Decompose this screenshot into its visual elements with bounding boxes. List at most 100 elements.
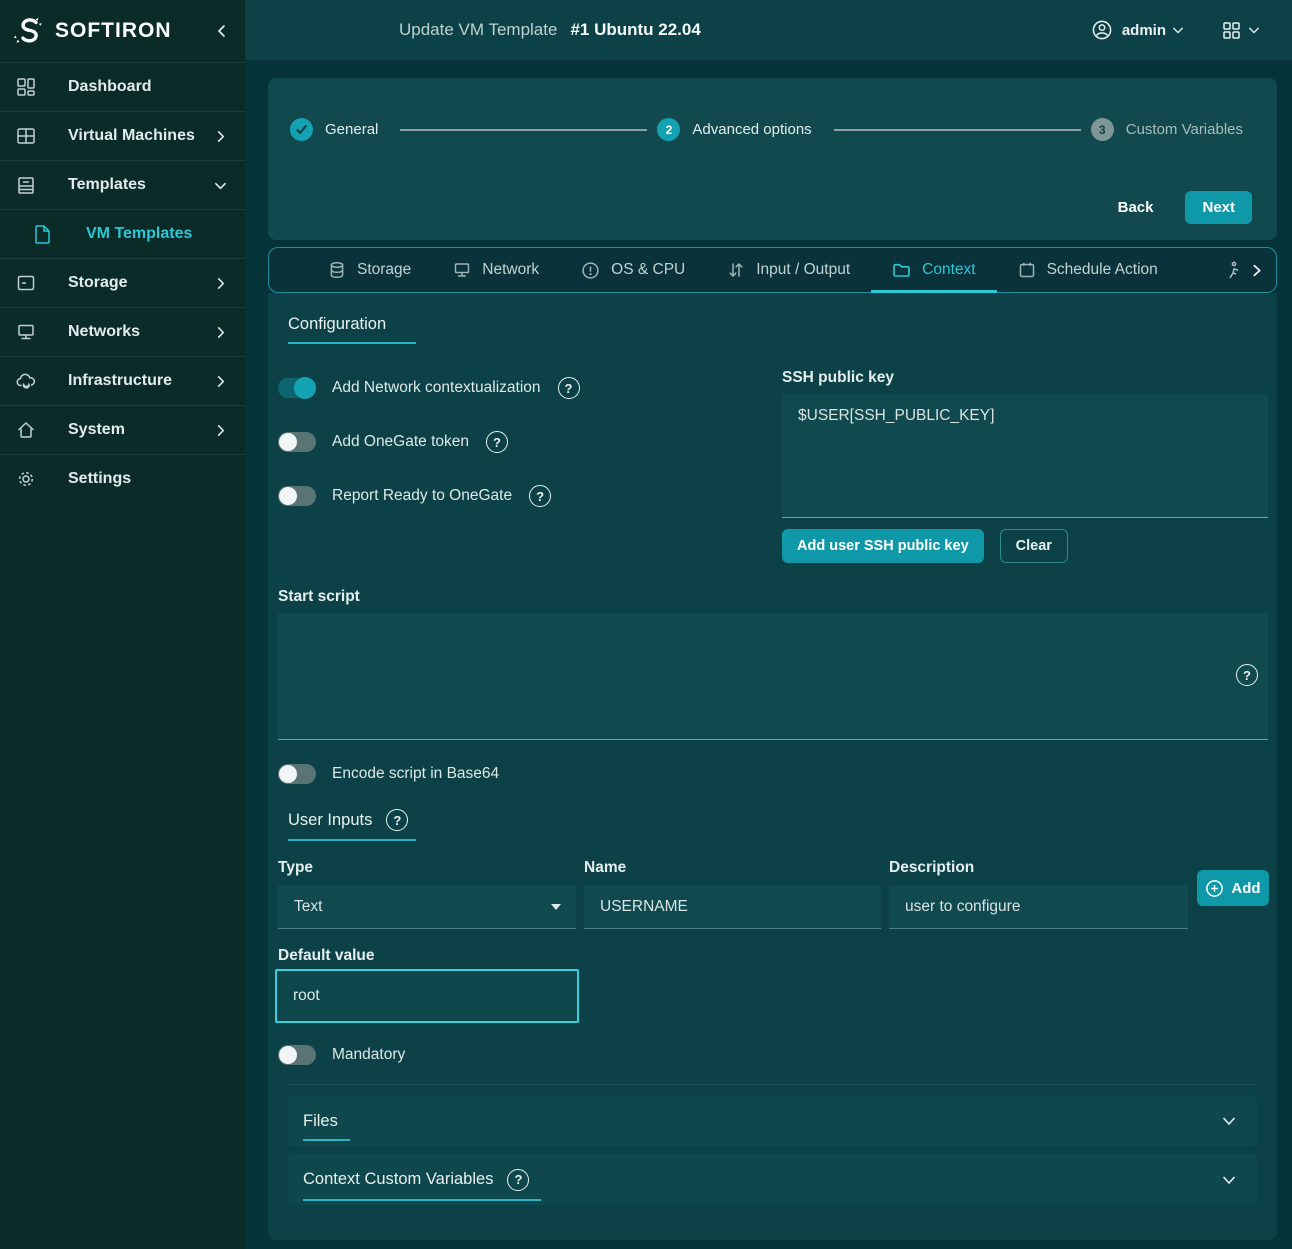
ssh-buttons: Add user SSH public key Clear xyxy=(782,529,1068,563)
start-script-textarea[interactable] xyxy=(278,613,1268,740)
calendar-icon xyxy=(1018,261,1036,279)
toggle-row-onegate-token: Add OneGate token ? xyxy=(278,431,509,453)
tab-label: Storage xyxy=(357,261,412,278)
description-input[interactable] xyxy=(889,885,1188,929)
context-custom-variables-accordion[interactable]: Context Custom Variables ? xyxy=(288,1154,1257,1205)
files-accordion[interactable]: Files xyxy=(288,1096,1257,1146)
arrows-up-down-icon xyxy=(727,261,745,279)
step-label-general: General xyxy=(325,121,379,138)
infrastructure-icon xyxy=(16,371,36,391)
configuration-section-title: Configuration xyxy=(288,315,417,344)
chevron-down-icon xyxy=(1172,24,1184,36)
tab-input-output[interactable]: Input / Output xyxy=(706,248,871,292)
plus-circle-icon xyxy=(1205,879,1224,898)
accordion-title-text: Context Custom Variables xyxy=(303,1170,494,1188)
header-right: admin xyxy=(1091,19,1292,41)
help-icon[interactable]: ? xyxy=(386,809,409,831)
stepper: General 2 Advanced options 3 Custom Vari… xyxy=(268,118,1277,141)
network-contextualization-toggle[interactable] xyxy=(278,377,316,399)
sidebar: SOFTIRON Dashboard Virtual Machines Temp… xyxy=(0,0,245,1249)
user-name: admin xyxy=(1121,21,1166,39)
chevron-right-icon xyxy=(214,375,227,388)
templates-icon xyxy=(16,175,36,195)
tab-label: OS & CPU xyxy=(611,261,686,278)
sidebar-item-storage[interactable]: Storage xyxy=(0,258,245,307)
ssh-key-area-wrap: $USER[SSH_PUBLIC_KEY] xyxy=(782,394,1268,518)
sidebar-item-system[interactable]: System xyxy=(0,405,245,454)
sidebar-item-label: System xyxy=(68,421,125,438)
networks-icon xyxy=(16,322,36,342)
system-home-icon xyxy=(16,420,36,440)
sidebar-item-vm-templates[interactable]: VM Templates xyxy=(0,209,245,258)
storage-icon xyxy=(16,273,36,293)
chevron-down-icon[interactable] xyxy=(1221,1113,1237,1129)
toggle-label: Report Ready to OneGate xyxy=(332,487,513,504)
start-script-area-wrap xyxy=(278,613,1268,740)
chevron-down-icon xyxy=(214,179,227,192)
accordion-title-text: Files xyxy=(303,1111,338,1130)
sidebar-item-dashboard[interactable]: Dashboard xyxy=(0,62,245,111)
context-tab-panel: Configuration Add Network contextualizat… xyxy=(268,293,1277,1240)
tab-storage[interactable]: Storage xyxy=(307,248,432,292)
onegate-token-toggle[interactable] xyxy=(278,432,316,452)
add-user-input-button[interactable]: Add xyxy=(1197,870,1269,906)
help-icon[interactable]: ? xyxy=(486,431,509,453)
step-done-check-icon xyxy=(290,118,313,141)
sidebar-item-virtual-machines[interactable]: Virtual Machines xyxy=(0,111,245,160)
tab-network[interactable]: Network xyxy=(432,248,560,292)
page-title: Update VM Template xyxy=(399,20,558,39)
toggle-row-network-contextualization: Add Network contextualization ? xyxy=(278,377,580,399)
chevron-down-icon xyxy=(551,904,561,910)
help-icon[interactable]: ? xyxy=(557,377,580,399)
ssh-public-key-textarea[interactable]: $USER[SSH_PUBLIC_KEY] xyxy=(782,394,1268,518)
brand-name: SOFTIRON xyxy=(55,19,172,42)
mandatory-toggle[interactable] xyxy=(278,1045,316,1065)
type-select-value: Text xyxy=(294,897,323,915)
document-icon xyxy=(34,224,52,244)
type-select[interactable]: Text xyxy=(278,885,576,929)
encode-base64-toggle[interactable] xyxy=(278,764,316,784)
report-ready-toggle[interactable] xyxy=(278,486,316,506)
name-input[interactable] xyxy=(584,885,881,929)
chevron-right-icon xyxy=(214,424,227,437)
step-label-advanced-options: Advanced options xyxy=(692,121,812,138)
help-icon[interactable]: ? xyxy=(507,1168,530,1191)
top-header: Update VM Template #1 Ubuntu 22.04 admin xyxy=(245,0,1292,60)
help-icon[interactable]: ? xyxy=(529,485,552,507)
tabs-scroll-next-icon[interactable] xyxy=(1249,263,1264,278)
tab-schedule-action[interactable]: Schedule Action xyxy=(997,248,1179,292)
toggle-label: Add Network contextualization xyxy=(332,379,541,396)
section-divider xyxy=(288,1084,1257,1085)
files-accordion-title: Files xyxy=(303,1102,350,1141)
context-custom-variables-title: Context Custom Variables ? xyxy=(303,1159,542,1201)
sidebar-item-infrastructure[interactable]: Infrastructure xyxy=(0,356,245,405)
user-inputs-section-title: User Inputs ? xyxy=(288,809,417,841)
database-icon xyxy=(328,261,346,279)
info-circle-icon xyxy=(581,261,600,280)
sidebar-item-templates[interactable]: Templates xyxy=(0,160,245,209)
next-button[interactable]: Next xyxy=(1185,191,1252,224)
apps-menu[interactable] xyxy=(1222,21,1260,40)
virtual-machines-icon xyxy=(16,126,36,146)
sidebar-collapse-icon[interactable] xyxy=(215,24,229,38)
sidebar-item-settings[interactable]: Settings xyxy=(0,454,245,503)
help-icon[interactable]: ? xyxy=(1236,664,1258,686)
tab-context[interactable]: Context xyxy=(871,248,998,293)
sidebar-item-label: VM Templates xyxy=(86,225,193,242)
section-title-text: Configuration xyxy=(288,315,387,333)
folder-icon xyxy=(892,261,911,279)
user-menu[interactable]: admin xyxy=(1091,19,1184,41)
tab-os-cpu[interactable]: OS & CPU xyxy=(560,248,706,292)
tab-label: Schedule Action xyxy=(1046,261,1158,278)
default-value-input[interactable] xyxy=(275,969,579,1023)
sidebar-item-networks[interactable]: Networks xyxy=(0,307,245,356)
apps-grid-icon xyxy=(1222,21,1241,40)
chevron-down-icon[interactable] xyxy=(1221,1172,1237,1188)
add-user-ssh-key-button[interactable]: Add user SSH public key xyxy=(782,529,984,563)
settings-gear-icon xyxy=(16,469,36,489)
section-title-text: User Inputs xyxy=(288,810,373,829)
clear-ssh-key-button[interactable]: Clear xyxy=(999,529,1068,563)
back-button[interactable]: Back xyxy=(1112,198,1160,217)
toggle-label: Add OneGate token xyxy=(332,433,470,450)
tab-label: Input / Output xyxy=(756,261,851,278)
